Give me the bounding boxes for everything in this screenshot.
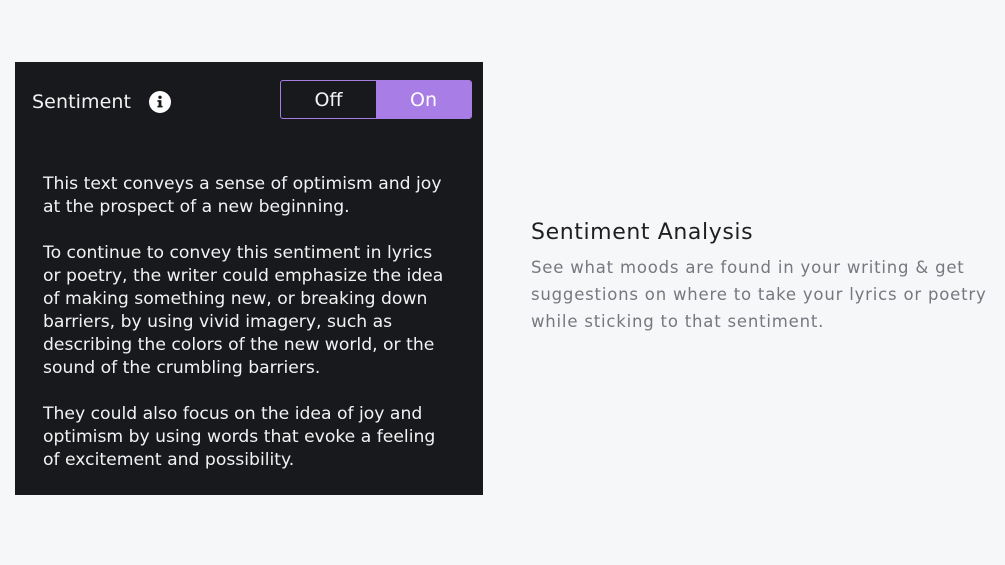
toggle-off-option[interactable]: Off bbox=[281, 81, 376, 118]
panel-header: Sentiment bbox=[32, 90, 172, 114]
result-paragraph: To continue to convey this sentiment in … bbox=[43, 243, 444, 378]
sentiment-result-text: This text conveys a sense of optimism an… bbox=[43, 173, 448, 495]
sentiment-toggle[interactable]: Off On bbox=[280, 80, 472, 119]
feature-description: Sentiment Analysis See what moods are fo… bbox=[531, 218, 996, 335]
toggle-on-option[interactable]: On bbox=[376, 81, 471, 118]
feature-title: Sentiment Analysis bbox=[531, 220, 754, 245]
result-paragraph: This text conveys a sense of optimism an… bbox=[43, 174, 442, 217]
feature-text: See what moods are found in your writing… bbox=[531, 258, 987, 331]
panel-title: Sentiment bbox=[32, 91, 132, 113]
sentiment-panel: Sentiment Off On This text conveys a sen… bbox=[15, 62, 483, 495]
info-icon[interactable] bbox=[149, 91, 172, 113]
result-paragraph: They could also focus on the idea of joy… bbox=[43, 404, 436, 470]
